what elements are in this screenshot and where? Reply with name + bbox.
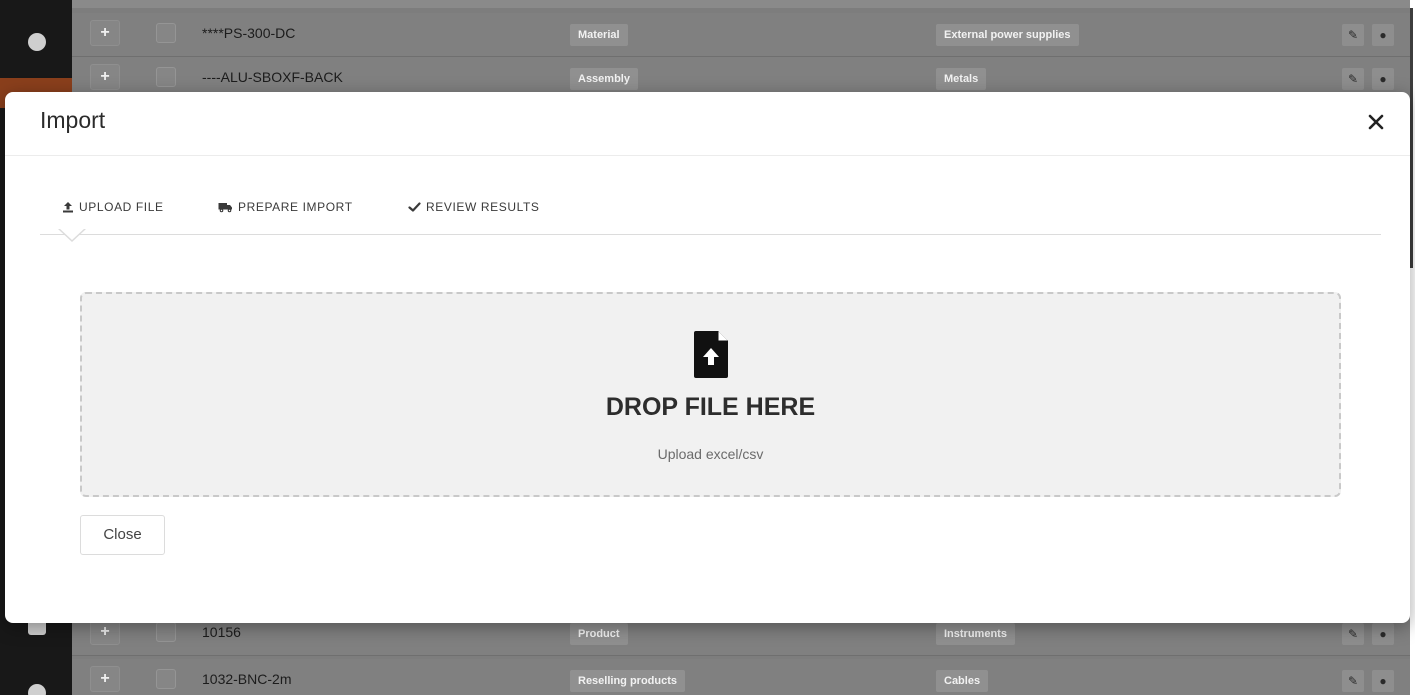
row-checkbox[interactable]	[156, 622, 176, 642]
row-checkbox[interactable]	[156, 67, 176, 87]
tab-upload-file-label: UPLOAD FILE	[79, 200, 164, 214]
edit-icon[interactable]: ✎	[1342, 68, 1364, 90]
row-sku: 1032-BNC-2m	[202, 671, 292, 687]
database-icon[interactable]	[28, 684, 46, 695]
row-type-tag: Product	[570, 623, 628, 645]
row-sku: ****PS-300-DC	[202, 25, 296, 41]
dropzone-subtitle: Upload excel/csv	[657, 446, 764, 462]
row-category-tag: Instruments	[936, 623, 1015, 645]
edit-icon[interactable]: ✎	[1342, 670, 1364, 692]
row-category-tag: Metals	[936, 68, 987, 90]
page-scrollbar-thumb[interactable]	[1410, 8, 1413, 268]
tab-review-results[interactable]: REVIEW RESULTS	[408, 197, 540, 217]
row-sku: 10156	[202, 624, 241, 640]
tab-review-results-label: REVIEW RESULTS	[426, 200, 540, 214]
delete-icon[interactable]: ●	[1372, 24, 1394, 46]
row-type-tag: Reselling products	[570, 670, 686, 692]
check-icon	[408, 201, 421, 213]
row-category-tag: Cables	[936, 670, 989, 692]
import-modal: Import UPLOAD FILE PREPARE IMPORT REVIEW…	[5, 92, 1410, 623]
table-row: + ****PS-300-DC Material External power …	[72, 13, 1410, 57]
row-type-tag: Material	[570, 24, 628, 46]
edit-icon[interactable]: ✎	[1342, 623, 1364, 645]
expand-button[interactable]: +	[90, 666, 120, 692]
row-checkbox[interactable]	[156, 23, 176, 43]
row-type-tag: Assembly	[570, 68, 638, 90]
expand-button[interactable]: +	[90, 64, 120, 90]
row-checkbox[interactable]	[156, 669, 176, 689]
edit-icon[interactable]: ✎	[1342, 24, 1364, 46]
close-button[interactable]: Close	[80, 515, 165, 555]
expand-button[interactable]: +	[90, 20, 120, 46]
modal-title: Import	[40, 107, 106, 133]
row-category-tag: External power supplies	[936, 24, 1079, 46]
upload-icon	[62, 201, 74, 213]
tab-prepare-import-label: PREPARE IMPORT	[238, 200, 353, 214]
import-steps-tabs: UPLOAD FILE PREPARE IMPORT REVIEW RESULT…	[40, 197, 1381, 235]
table-row: + 1032-BNC-2m Reselling products Cables …	[72, 659, 1410, 695]
tab-prepare-import[interactable]: PREPARE IMPORT	[218, 197, 353, 217]
delete-icon[interactable]: ●	[1372, 68, 1394, 90]
delete-icon[interactable]: ●	[1372, 670, 1394, 692]
file-upload-icon	[693, 331, 731, 379]
delete-icon[interactable]: ●	[1372, 623, 1394, 645]
modal-header: Import	[5, 92, 1410, 156]
tab-upload-file[interactable]: UPLOAD FILE	[62, 197, 164, 217]
dropzone-title: DROP FILE HERE	[605, 393, 816, 421]
truck-icon	[218, 201, 233, 213]
dashboard-icon[interactable]	[28, 33, 46, 51]
row-sku: ----ALU-SBOXF-BACK	[202, 69, 343, 85]
close-icon[interactable]	[1362, 108, 1390, 136]
file-dropzone[interactable]: DROP FILE HERE Upload excel/csv	[80, 292, 1341, 497]
